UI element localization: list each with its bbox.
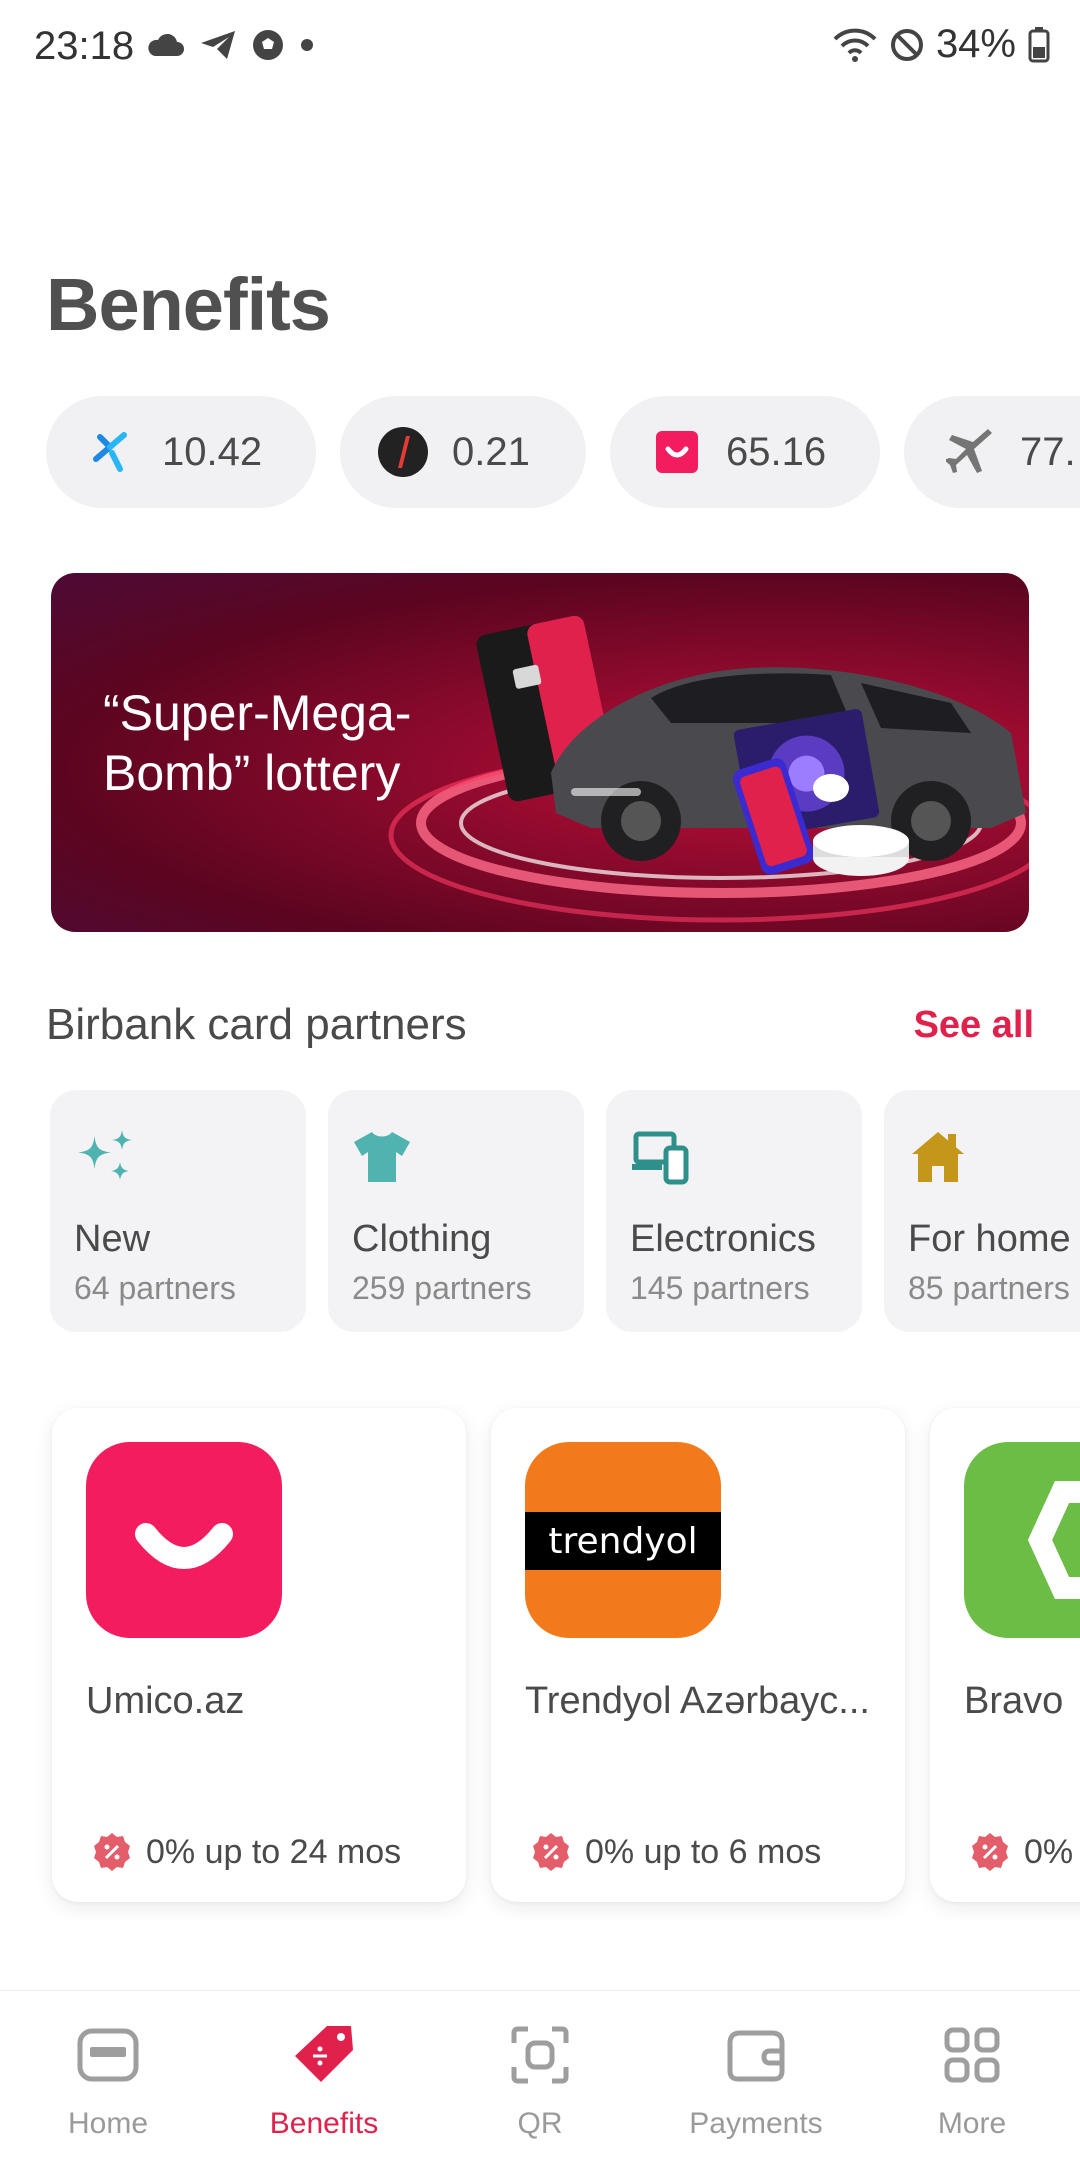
- nav-payments[interactable]: Payments: [648, 1991, 864, 2178]
- telegram-icon: [201, 31, 235, 59]
- sparkles-icon: [78, 1130, 132, 1180]
- category-for-home[interactable]: For home 85 partners: [884, 1090, 1080, 1332]
- wallet-icon: [720, 2019, 792, 2091]
- category-electronics[interactable]: Electronics 145 partners: [606, 1090, 862, 1332]
- discount-badge-icon: [533, 1833, 569, 1871]
- offer-text: 0% up to 24 mos: [146, 1832, 402, 1871]
- partner-name: Trendyol Azərbayc...: [525, 1680, 870, 1722]
- partner-cards: Umico.az 0% up to 24 mos trendyol Trendy…: [0, 1400, 1080, 1920]
- banner-text: “Super-Mega-Bomb” lottery: [103, 685, 412, 801]
- partner-card-trendyol[interactable]: trendyol Trendyol Azərbayc... 0% up to 6…: [491, 1408, 905, 1902]
- offer-text: 0% up to 6 mos: [585, 1832, 822, 1871]
- grid-icon: [936, 2019, 1008, 2091]
- partner-card-umico[interactable]: Umico.az 0% up to 24 mos: [52, 1408, 466, 1902]
- bravo-logo: [964, 1442, 1080, 1638]
- status-icons-left: [145, 28, 315, 62]
- partner-name: Umico.az: [86, 1680, 245, 1722]
- partner-card-bravo[interactable]: Bravo 0% up to 6 mos: [930, 1408, 1080, 1902]
- card-icon: [72, 2019, 144, 2091]
- tag-icon: [288, 2019, 360, 2091]
- discount-badge-icon: [94, 1833, 130, 1871]
- category-label: For home: [908, 1218, 1071, 1260]
- battery-percent: 34%: [935, 22, 1016, 66]
- category-label: Clothing: [352, 1218, 492, 1260]
- nav-benefits[interactable]: Benefits: [216, 1991, 432, 2178]
- balance-chip-umico[interactable]: 65.16: [610, 396, 880, 508]
- qr-scan-icon: [504, 2019, 576, 2091]
- balance-value: 0.21: [452, 429, 530, 474]
- balance-chip-bonus[interactable]: 0.21: [340, 396, 586, 508]
- partner-offer: 0% up to 6 mos: [531, 1832, 821, 1872]
- balance-chip-cashback[interactable]: 10.42: [46, 396, 316, 508]
- category-count: 145 partners: [630, 1270, 810, 1306]
- nav-label: Payments: [689, 2107, 823, 2140]
- trendyol-logo-text: trendyol: [548, 1520, 698, 1562]
- category-list: New 64 partners Clothing 259 partners El…: [50, 1090, 1080, 1332]
- category-new[interactable]: New 64 partners: [50, 1090, 306, 1332]
- balance-value: 65.16: [726, 429, 827, 474]
- balance-value: 10.42: [162, 429, 263, 474]
- category-count: 85 partners: [908, 1270, 1070, 1306]
- wifi-icon: [833, 28, 877, 62]
- devices-icon: [632, 1131, 689, 1185]
- offer-text: 0% up to 6 mos: [1024, 1832, 1080, 1871]
- nav-home[interactable]: Home: [0, 1991, 216, 2178]
- status-time: 23:18: [34, 24, 135, 68]
- partner-offer: 0% up to 24 mos: [92, 1832, 401, 1872]
- nav-label: Home: [67, 2107, 149, 2140]
- nav-qr[interactable]: QR: [432, 1991, 648, 2178]
- discount-badge-icon: [972, 1833, 1008, 1871]
- page-title: Benefits: [46, 263, 331, 346]
- partner-name: Bravo: [964, 1680, 1064, 1722]
- nav-label: QR: [517, 2107, 563, 2140]
- category-count: 259 partners: [352, 1270, 532, 1306]
- promo-banner[interactable]: “Super-Mega-Bomb” lottery: [51, 573, 1029, 932]
- cloud-icon: [148, 33, 184, 56]
- nav-label: Benefits: [269, 2107, 379, 2140]
- section-title: Birbank card partners: [46, 1000, 467, 1049]
- status-right: 34%: [832, 22, 1050, 67]
- cashback-icon: [86, 425, 140, 479]
- partner-offer: 0% up to 6 mos: [970, 1832, 1080, 1872]
- soccer-ball-icon: [253, 30, 283, 60]
- status-bar: 23:18 34%: [0, 0, 1080, 100]
- balance-chips: 10.42 0.21 65.16 77.: [46, 396, 1080, 508]
- see-all-link[interactable]: See all: [914, 1004, 1034, 1047]
- balance-chip-miles[interactable]: 77.: [904, 396, 1080, 508]
- category-clothing[interactable]: Clothing 259 partners: [328, 1090, 584, 1332]
- umico-icon: [650, 425, 704, 479]
- do-not-disturb-icon: [890, 28, 923, 61]
- house-icon: [912, 1132, 964, 1182]
- trendyol-logo: trendyol: [525, 1442, 721, 1638]
- airplane-icon: [944, 425, 998, 479]
- umico-logo: [86, 1442, 282, 1638]
- nav-label: More: [937, 2107, 1007, 2140]
- balance-value: 77.: [1020, 429, 1076, 474]
- bottom-nav: Home Benefits QR Payments More: [0, 1990, 1080, 2178]
- category-label: New: [74, 1218, 151, 1260]
- battery-icon: [1028, 26, 1050, 62]
- nav-more[interactable]: More: [864, 1991, 1080, 2178]
- category-label: Electronics: [630, 1218, 816, 1260]
- category-count: 64 partners: [74, 1270, 236, 1306]
- dot-icon: [301, 39, 313, 51]
- tshirt-icon: [354, 1132, 410, 1182]
- bonus-icon: [376, 425, 430, 479]
